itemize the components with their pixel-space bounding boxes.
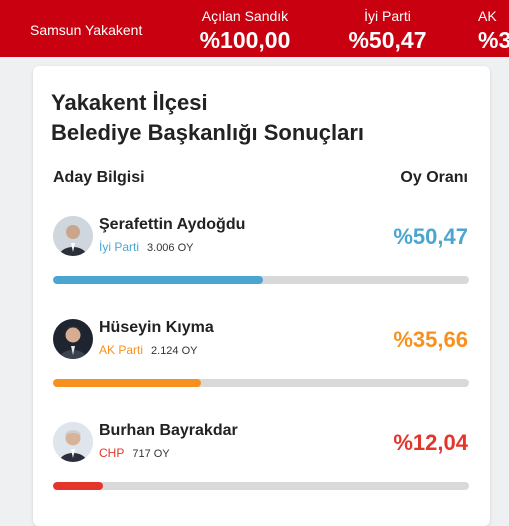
candidate-row[interactable]: Hüseyin Kıyma AK Parti 2.124 OY %35,66: [33, 319, 490, 399]
vote-share-fill: [53, 276, 263, 284]
party-name: CHP: [99, 446, 125, 460]
stat-iyi-parti: İyi Parti %50,47: [340, 8, 435, 54]
party-name: AK Parti: [99, 343, 144, 357]
candidate-name: Şerafettin Aydoğdu: [99, 216, 246, 233]
stat-value: %3: [478, 27, 509, 53]
stat-label: AK: [478, 8, 497, 24]
column-header-vote-rate: Oy Oranı: [400, 169, 468, 186]
party-name: İyi Parti: [99, 240, 140, 254]
stat-ak-parti: AK %3: [478, 8, 509, 54]
candidate-photo: [53, 422, 93, 462]
vote-percentage: %50,47: [393, 224, 468, 249]
title-line-2: Belediye Başkanlığı Sonuçları: [51, 120, 365, 145]
candidate-row[interactable]: Şerafettin Aydoğdu İyi Parti 3.006 OY %50…: [33, 216, 490, 296]
stat-opened-ballot-boxes: Açılan Sandık %100,00: [190, 8, 300, 54]
stat-value: %50,47: [348, 27, 427, 53]
vote-share-fill: [53, 482, 104, 490]
candidate-row[interactable]: Burhan Bayrakdar CHP 717 OY %12,04: [33, 422, 490, 502]
stat-label: İyi Parti: [364, 8, 411, 24]
candidate-party-line: İyi Parti 3.006 OY: [99, 240, 194, 254]
candidate-photo: [53, 319, 93, 359]
vote-share-bar: [53, 379, 469, 387]
candidate-party-line: CHP 717 OY: [99, 446, 170, 460]
stat-label: Açılan Sandık: [201, 8, 289, 24]
candidate-name: Hüseyin Kıyma: [99, 319, 214, 336]
vote-percentage: %35,66: [393, 327, 468, 352]
vote-share-bar: [53, 276, 469, 284]
candidate-party-line: AK Parti 2.124 OY: [99, 343, 198, 357]
region-label: Samsun Yakakent: [30, 22, 143, 38]
results-header-bar: Samsun Yakakent Açılan Sandık %100,00 İy…: [0, 0, 509, 57]
vote-share-fill: [53, 379, 202, 387]
results-card: Yakakent İlçesi Belediye Başkanlığı Sonu…: [33, 66, 490, 526]
candidate-name: Burhan Bayrakdar: [99, 422, 238, 439]
candidate-photo: [53, 216, 93, 256]
vote-count: 3.006 OY: [147, 242, 194, 254]
results-title: Yakakent İlçesi Belediye Başkanlığı Sonu…: [51, 88, 364, 148]
column-header-candidate: Aday Bilgisi: [53, 169, 145, 186]
vote-percentage: %12,04: [393, 430, 468, 455]
stat-value: %100,00: [199, 27, 291, 53]
vote-share-bar: [53, 482, 469, 490]
vote-count: 717 OY: [132, 448, 170, 460]
vote-count: 2.124 OY: [151, 345, 198, 357]
title-line-1: Yakakent İlçesi: [51, 90, 208, 115]
